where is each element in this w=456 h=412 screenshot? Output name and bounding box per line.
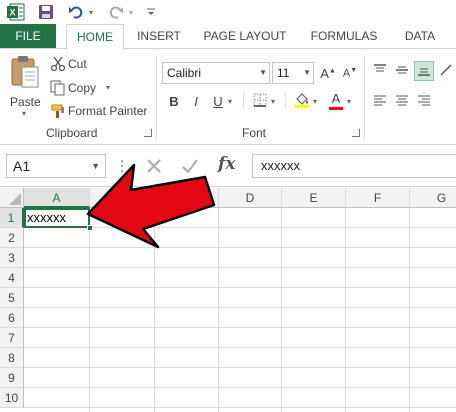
decrease-font-icon: A▼ bbox=[342, 66, 358, 80]
bottom-align-button[interactable] bbox=[414, 61, 434, 81]
orientation-icon bbox=[439, 63, 453, 80]
chevron-down-icon: ▼ bbox=[259, 68, 267, 77]
paste-label: Paste bbox=[10, 95, 41, 109]
copy-icon bbox=[50, 80, 66, 99]
borders-button[interactable] bbox=[250, 91, 270, 111]
font-size-select[interactable]: 11 ▼ bbox=[272, 62, 314, 84]
group-divider bbox=[285, 93, 286, 109]
tab-page-layout[interactable]: PAGE LAYOUT bbox=[198, 24, 292, 49]
underline-dropdown-icon[interactable]: ▾ bbox=[228, 97, 232, 106]
orientation-button[interactable] bbox=[436, 61, 456, 81]
align-left-icon bbox=[373, 93, 387, 110]
paint-bucket-icon bbox=[294, 92, 310, 111]
formula-bar: A1 ▼ fx xxxxxx bbox=[0, 145, 456, 187]
scissors-icon bbox=[50, 56, 66, 75]
chevron-down-icon: ▼ bbox=[91, 161, 100, 171]
ribbon: Paste ▾ Cut Copy ▾ Format Painter Clipbo… bbox=[0, 48, 456, 145]
top-align-icon bbox=[373, 63, 387, 80]
clipboard-launcher-icon[interactable] bbox=[144, 129, 152, 137]
undo-dropdown-icon[interactable]: ▾ bbox=[86, 2, 96, 22]
font-color-swatch bbox=[329, 107, 343, 110]
chevron-down-icon: ▼ bbox=[303, 68, 311, 77]
align-center-icon bbox=[395, 93, 409, 110]
group-divider bbox=[156, 55, 157, 139]
underline-button[interactable]: U bbox=[208, 91, 228, 111]
customize-qat-icon[interactable] bbox=[144, 2, 158, 22]
font-color-dropdown-icon[interactable]: ▾ bbox=[347, 97, 351, 106]
increase-font-size-button[interactable]: A▲ bbox=[318, 63, 338, 83]
font-color-icon: A bbox=[328, 92, 344, 110]
copy-dropdown-icon: ▾ bbox=[106, 83, 111, 92]
active-cell-border bbox=[24, 208, 90, 228]
worksheet-grid[interactable]: A B C D E F G 1 2 3 4 5 6 7 8 9 10 xxxxx… bbox=[0, 188, 456, 412]
save-icon[interactable] bbox=[36, 2, 56, 22]
fill-color-dropdown-icon[interactable]: ▾ bbox=[313, 97, 317, 106]
decrease-font-size-button[interactable]: A▼ bbox=[340, 63, 360, 83]
middle-align-icon bbox=[395, 63, 409, 80]
align-center-button[interactable] bbox=[392, 91, 412, 111]
paste-icon bbox=[10, 55, 40, 92]
font-color-button[interactable]: A bbox=[326, 91, 346, 111]
paste-button[interactable]: Paste ▾ bbox=[6, 55, 44, 118]
name-box-value: A1 bbox=[13, 158, 31, 174]
format-painter-label: Format Painter bbox=[68, 104, 148, 118]
formula-input[interactable]: xxxxxx bbox=[252, 154, 456, 178]
format-painter-button[interactable]: Format Painter bbox=[48, 102, 152, 120]
tab-formulas[interactable]: FORMULAS bbox=[304, 24, 384, 49]
quick-access-toolbar: X ▾ ▾ bbox=[0, 0, 456, 24]
cut-label: Cut bbox=[68, 57, 87, 71]
clipboard-group-label: Clipboard bbox=[46, 126, 98, 140]
ribbon-tabs: FILE HOME INSERT PAGE LAYOUT FORMULAS DA… bbox=[0, 24, 456, 50]
redo-icon[interactable] bbox=[106, 2, 126, 22]
group-divider bbox=[364, 55, 365, 139]
font-launcher-icon[interactable] bbox=[352, 129, 360, 137]
formula-buttons: fx bbox=[140, 154, 246, 178]
align-left-button[interactable] bbox=[370, 91, 390, 111]
name-box[interactable]: A1 ▼ bbox=[6, 154, 106, 178]
group-divider bbox=[243, 93, 244, 109]
middle-align-button[interactable] bbox=[392, 61, 412, 81]
excel-logo-icon[interactable]: X bbox=[6, 2, 26, 22]
insert-function-button[interactable]: fx bbox=[218, 154, 235, 174]
font-name-select[interactable]: Calibri ▼ bbox=[162, 62, 270, 84]
borders-icon bbox=[253, 93, 267, 110]
confirm-entry-icon[interactable] bbox=[180, 156, 200, 179]
increase-font-icon: A▲ bbox=[320, 65, 336, 81]
top-align-button[interactable] bbox=[370, 61, 390, 81]
font-color-letter: A bbox=[331, 91, 341, 106]
borders-dropdown-icon[interactable]: ▾ bbox=[271, 97, 275, 106]
align-right-button[interactable] bbox=[414, 91, 434, 111]
tab-data[interactable]: DATA bbox=[396, 24, 444, 49]
fill-handle[interactable] bbox=[87, 225, 93, 231]
copy-label: Copy bbox=[68, 81, 97, 95]
font-name-value: Calibri bbox=[167, 66, 202, 80]
copy-button[interactable]: Copy ▾ bbox=[48, 79, 118, 97]
tab-insert[interactable]: INSERT bbox=[130, 24, 188, 49]
svg-text:X: X bbox=[9, 8, 15, 18]
tab-home[interactable]: HOME bbox=[66, 24, 124, 50]
font-size-value: 11 bbox=[277, 66, 290, 80]
bottom-align-icon bbox=[417, 63, 431, 80]
paste-dropdown-icon: ▾ bbox=[22, 109, 27, 118]
cut-button[interactable]: Cut bbox=[48, 55, 108, 73]
bold-button[interactable]: B bbox=[164, 91, 184, 111]
tab-file[interactable]: FILE bbox=[0, 24, 56, 49]
fill-color-button[interactable] bbox=[292, 91, 312, 111]
formula-bar-grip-icon[interactable] bbox=[120, 159, 124, 173]
format-painter-icon bbox=[50, 103, 66, 122]
redo-dropdown-icon[interactable]: ▾ bbox=[126, 2, 136, 22]
undo-icon[interactable] bbox=[66, 2, 86, 22]
align-right-icon bbox=[417, 93, 431, 110]
italic-button[interactable]: I bbox=[186, 91, 206, 111]
cancel-entry-icon[interactable] bbox=[144, 156, 164, 179]
font-group-label: Font bbox=[242, 126, 267, 140]
